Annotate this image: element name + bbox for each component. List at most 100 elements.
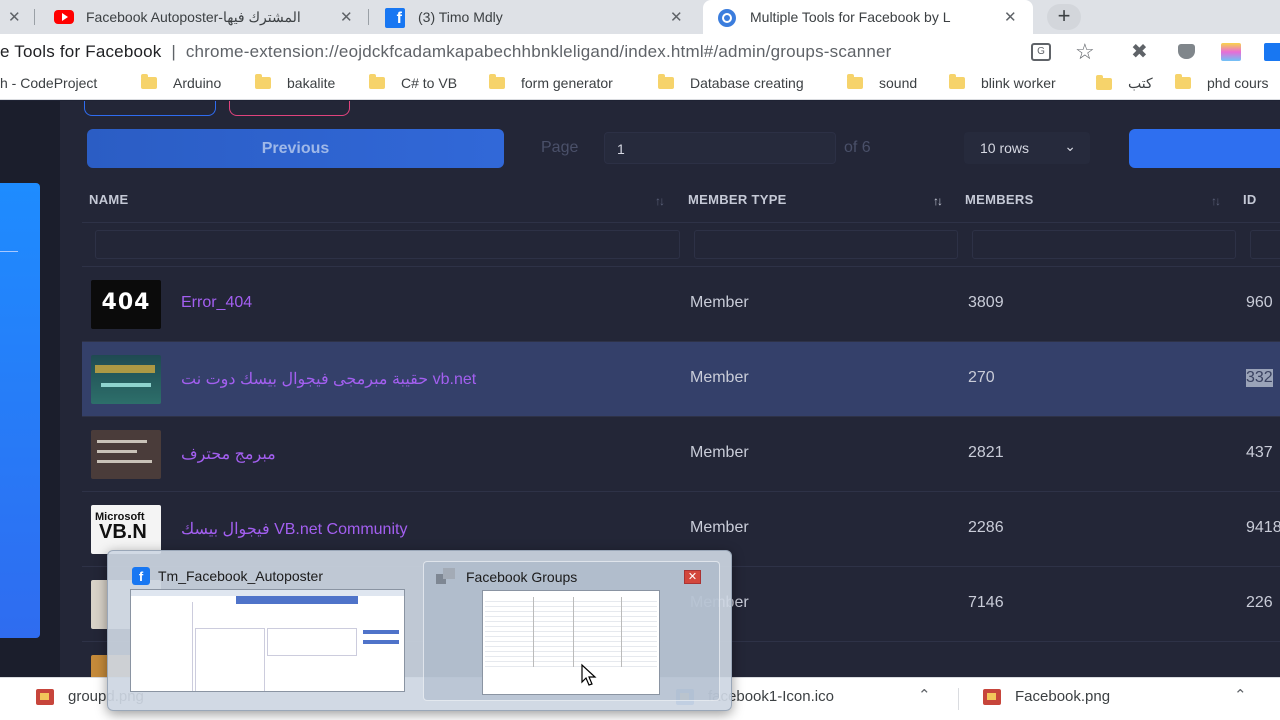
- folder-icon: [847, 74, 863, 89]
- bookmark-label: C# to VB: [401, 75, 458, 91]
- group-name-link[interactable]: مبرمج محترف: [181, 444, 276, 464]
- bookmark-label: sound: [879, 75, 918, 91]
- member-count: 2286: [968, 519, 1004, 536]
- member-count: 7146: [968, 594, 1004, 611]
- preview-label: Tm_Facebook_Autoposter: [158, 568, 323, 584]
- folder-icon: [658, 74, 674, 89]
- bookmark-item[interactable]: sound: [847, 74, 918, 91]
- group-id: 960: [1246, 294, 1273, 311]
- page-count: of 6: [844, 139, 871, 156]
- extension-icon[interactable]: [1264, 43, 1280, 61]
- url-value: chrome-extension://eojdckfcadamkapabechh…: [185, 42, 892, 61]
- group-thumbnail: [91, 355, 161, 404]
- column-header-name[interactable]: NAME: [89, 192, 128, 207]
- folder-icon: [949, 74, 965, 89]
- tab-partial[interactable]: ✕: [0, 0, 30, 34]
- extension-icon: [718, 9, 736, 27]
- folder-icon: [489, 74, 505, 89]
- tab-strip: ✕ Facebook Autoposter-المشترك فيها ✕ f (…: [0, 0, 1280, 34]
- close-icon[interactable]: ✕: [684, 570, 701, 584]
- member-type: Member: [690, 519, 749, 536]
- tools-icon[interactable]: ✖: [1131, 39, 1148, 64]
- group-id: 226: [1246, 594, 1273, 611]
- bookmark-item[interactable]: h - CodeProject: [0, 75, 97, 91]
- preview-title: Facebook Groups: [436, 568, 577, 586]
- filter-input-member-type[interactable]: [694, 230, 958, 259]
- translate-icon[interactable]: G: [1031, 43, 1051, 61]
- star-icon[interactable]: ☆: [1075, 39, 1095, 65]
- new-tab-button[interactable]: +: [1047, 4, 1081, 30]
- toolbar-button-partial[interactable]: [229, 101, 350, 116]
- rows-per-page-select[interactable]: 10 rows ⌄: [964, 132, 1090, 164]
- download-item[interactable]: Facebook.png: [983, 688, 1110, 705]
- group-id: 437: [1246, 444, 1273, 461]
- facebook-icon: f: [385, 8, 405, 28]
- group-thumbnail: Microsoft VB.N: [91, 505, 161, 554]
- tab-title: Multiple Tools for Facebook by L: [750, 9, 951, 25]
- previous-button[interactable]: Previous: [87, 129, 504, 168]
- rows-per-page-value: 10 rows: [980, 140, 1030, 156]
- download-filename: Facebook.png: [1015, 688, 1111, 705]
- preview-window-active[interactable]: Facebook Groups ✕: [423, 561, 720, 701]
- bookmark-item[interactable]: Database creating: [658, 74, 804, 91]
- group-thumbnail: [91, 430, 161, 479]
- tab-multiple-tools[interactable]: Multiple Tools for Facebook by L ✕: [703, 0, 1033, 34]
- filter-input-id[interactable]: [1250, 230, 1280, 259]
- chevron-up-icon[interactable]: ⌃: [1234, 686, 1247, 704]
- chevron-up-icon[interactable]: ⌃: [918, 686, 931, 704]
- bookmark-label: Arduino: [173, 75, 222, 91]
- close-icon[interactable]: ✕: [1004, 8, 1017, 26]
- group-name-link[interactable]: حقيبة مبرمجى فيجوال بيسك دوت نت vb.net: [181, 369, 476, 389]
- tab-facebook[interactable]: f (3) Timo Mdly ✕: [372, 0, 697, 34]
- page-input[interactable]: 1: [604, 132, 836, 164]
- folder-icon: [141, 74, 157, 89]
- bookmark-item[interactable]: phd cours: [1175, 74, 1268, 91]
- sort-icon[interactable]: ↑↓: [655, 194, 665, 208]
- shield-icon[interactable]: [1178, 44, 1195, 59]
- folder-icon: [369, 74, 385, 89]
- bookmark-item[interactable]: blink worker: [949, 74, 1056, 91]
- next-button[interactable]: [1129, 129, 1280, 168]
- group-id: 332: [1246, 369, 1273, 387]
- extension-icon[interactable]: [1221, 43, 1241, 61]
- bookmark-label: blink worker: [981, 75, 1056, 91]
- facebook-icon: f: [132, 567, 150, 585]
- sidebar-card[interactable]: [0, 183, 40, 638]
- table-row[interactable]: مبرمج محترف Member 2821 437: [82, 417, 1280, 492]
- folder-icon: [255, 74, 271, 89]
- close-icon[interactable]: ✕: [340, 8, 353, 26]
- member-count: 2821: [968, 444, 1004, 461]
- bookmark-item[interactable]: كتب: [1096, 74, 1153, 92]
- column-header-members[interactable]: MEMBERS: [965, 192, 1034, 207]
- filter-input-members[interactable]: [972, 230, 1236, 259]
- group-thumbnail: 404: [91, 280, 161, 329]
- bookmark-label: bakalite: [287, 75, 336, 91]
- group-name-link[interactable]: Error_404: [181, 294, 252, 312]
- bookmark-item[interactable]: bakalite: [255, 74, 336, 91]
- bookmark-item[interactable]: C# to VB: [369, 74, 458, 91]
- column-header-id[interactable]: ID: [1243, 192, 1257, 207]
- close-icon[interactable]: ✕: [670, 8, 683, 26]
- column-header-member-type[interactable]: MEMBER TYPE: [688, 192, 787, 207]
- close-icon[interactable]: ✕: [8, 8, 21, 26]
- tab-youtube[interactable]: Facebook Autoposter-المشترك فيها ✕: [40, 0, 365, 34]
- bookmarks-bar: h - CodeProject Arduino bakalite C# to V…: [0, 70, 1280, 100]
- mouse-cursor-icon: [581, 663, 597, 686]
- bookmark-item[interactable]: Arduino: [141, 74, 222, 91]
- url-text[interactable]: e Tools for Facebook | chrome-extension:…: [0, 42, 892, 62]
- filter-input-name[interactable]: [95, 230, 680, 259]
- toolbar-button-partial[interactable]: [84, 101, 216, 116]
- preview-window[interactable]: f Tm_Facebook_Autoposter: [120, 561, 410, 701]
- member-type: Member: [690, 294, 749, 311]
- sort-icon[interactable]: ↑↓: [1211, 194, 1221, 208]
- sort-icon[interactable]: ↑↓: [933, 194, 943, 208]
- site-label: e Tools for Facebook: [0, 42, 162, 61]
- address-bar[interactable]: e Tools for Facebook | chrome-extension:…: [0, 34, 1280, 70]
- image-file-icon: [983, 688, 1001, 705]
- member-type: Member: [690, 444, 749, 461]
- window-group-icon: [436, 568, 458, 586]
- bookmark-item[interactable]: form generator: [489, 74, 613, 91]
- table-row[interactable]: حقيبة مبرمجى فيجوال بيسك دوت نت vb.net M…: [82, 342, 1280, 417]
- group-name-link[interactable]: فيجوال بيسك VB.net Community: [181, 519, 407, 539]
- table-row[interactable]: 404 Error_404 Member 3809 960: [82, 267, 1280, 342]
